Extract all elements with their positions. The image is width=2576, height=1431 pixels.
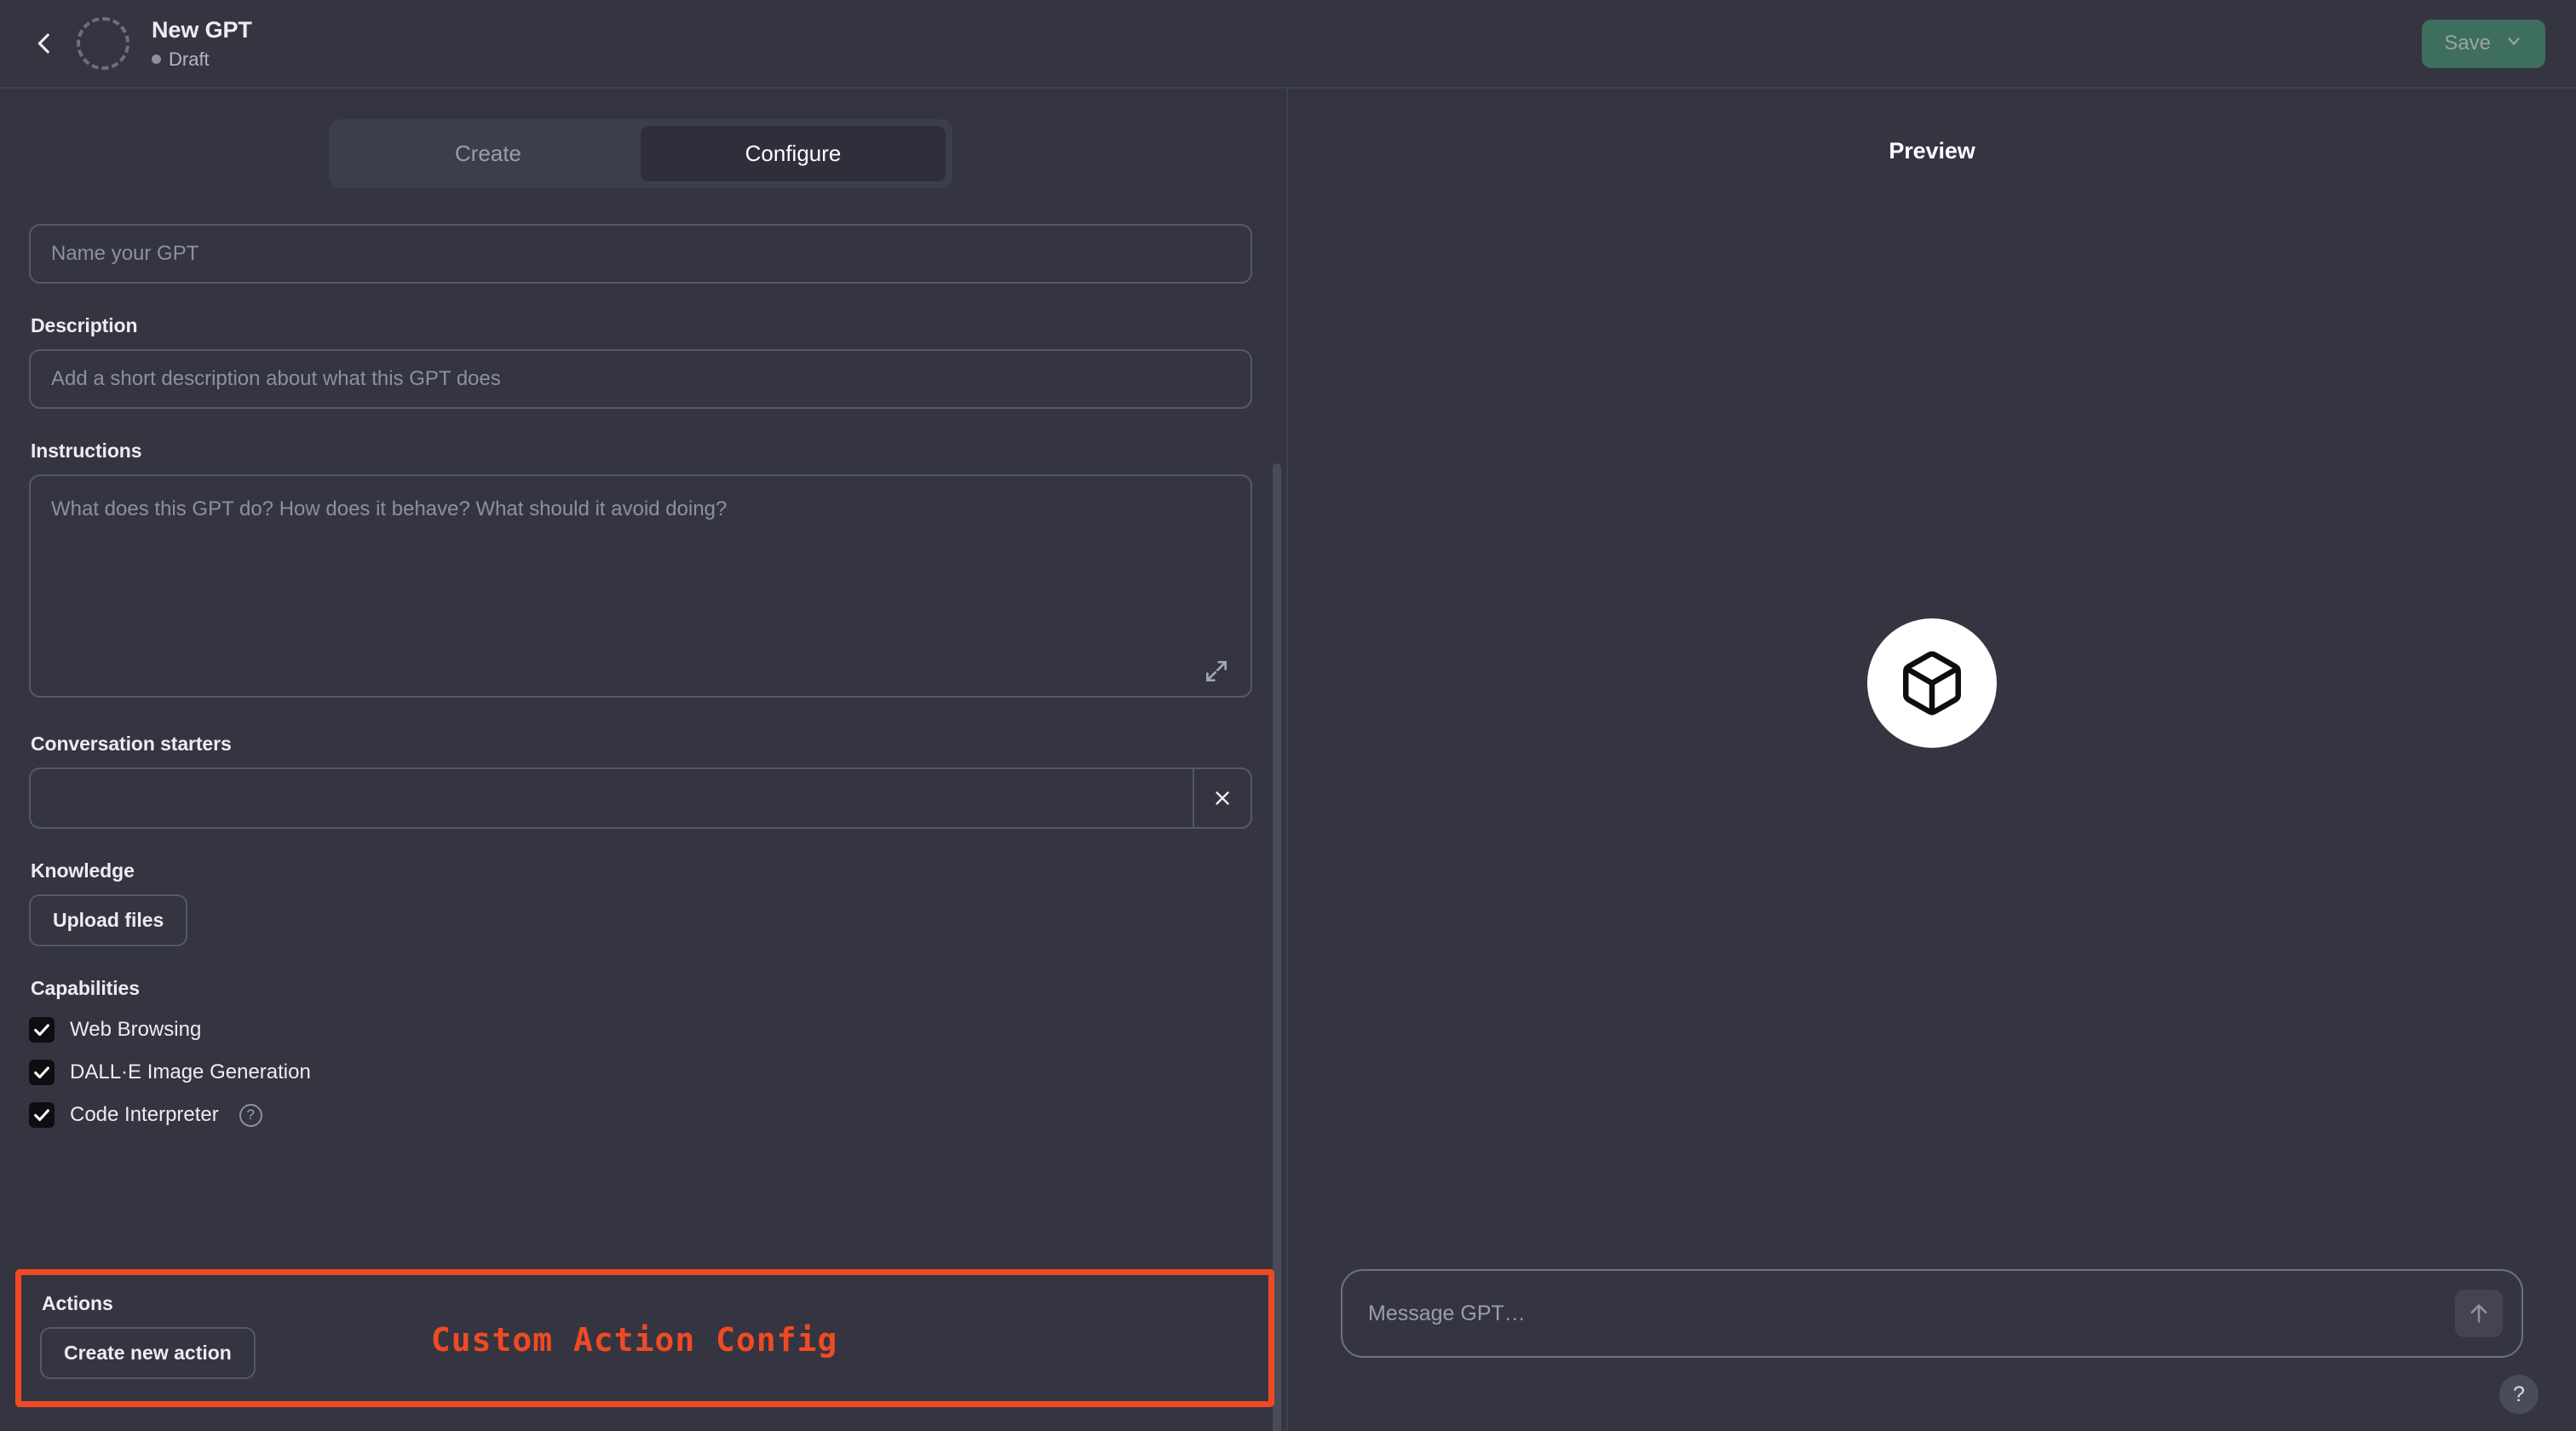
config-scroll-area: Create Configure Description Instruction…	[0, 89, 1286, 1431]
checkbox-web-browsing[interactable]	[29, 1017, 55, 1043]
status-badge: Draft	[152, 49, 252, 71]
capabilities-group: Capabilities Web Browsing DALL·E Image G…	[29, 977, 1252, 1128]
conversation-starter-row	[29, 767, 1252, 829]
conversation-starters-group: Conversation starters	[29, 733, 1252, 829]
send-message-button[interactable]	[2455, 1290, 2503, 1337]
preview-content	[1288, 164, 2576, 1269]
checkbox-code-interpreter[interactable]	[29, 1102, 55, 1128]
remove-starter-button[interactable]	[1193, 767, 1252, 829]
upload-files-button[interactable]: Upload files	[29, 894, 188, 946]
back-button[interactable]	[19, 18, 70, 69]
instructions-textarea-wrap	[29, 474, 1252, 702]
conversation-starters-label: Conversation starters	[31, 733, 232, 755]
status-dot-icon	[152, 55, 161, 65]
main-body: Create Configure Description Instruction…	[0, 89, 2576, 1431]
actions-label: Actions	[42, 1292, 113, 1314]
question-mark-icon[interactable]: ?	[239, 1103, 262, 1127]
instructions-field-group: Instructions	[29, 440, 1252, 702]
save-button[interactable]: Save	[2422, 19, 2545, 68]
top-bar: New GPT Draft Save	[0, 0, 2576, 89]
tab-configure[interactable]: Configure	[641, 126, 946, 181]
actions-annotation-box: Actions Create new action Custom Action …	[15, 1269, 1274, 1407]
check-icon	[34, 1109, 49, 1122]
preview-title: Preview	[1889, 138, 1975, 164]
knowledge-label: Knowledge	[31, 859, 135, 882]
save-button-label: Save	[2444, 32, 2491, 55]
status-label: Draft	[169, 48, 210, 70]
chevron-down-icon	[2504, 32, 2523, 56]
mode-tabs: Create Configure	[329, 119, 952, 188]
message-composer	[1341, 1269, 2523, 1358]
check-icon	[34, 1024, 49, 1037]
gpt-name-input[interactable]	[29, 224, 1252, 284]
cube-box-icon	[1867, 618, 1997, 748]
description-input[interactable]	[29, 349, 1252, 409]
name-field-group	[29, 224, 1252, 284]
close-icon	[1216, 791, 1229, 805]
capability-row-dalle[interactable]: DALL·E Image Generation	[29, 1060, 1252, 1085]
actions-group: Actions Create new action	[40, 1292, 256, 1379]
instructions-label: Instructions	[31, 440, 142, 462]
capability-row-code-interpreter[interactable]: Code Interpreter ?	[29, 1102, 1252, 1128]
annotation-label: Custom Action Config	[430, 1321, 838, 1359]
capability-row-web-browsing[interactable]: Web Browsing	[29, 1017, 1252, 1043]
capability-label-dalle: DALL·E Image Generation	[70, 1060, 311, 1083]
instructions-textarea[interactable]	[29, 474, 1252, 698]
capability-label-code-interpreter: Code Interpreter	[70, 1103, 219, 1126]
create-new-action-button[interactable]: Create new action	[40, 1327, 256, 1379]
conversation-starter-input[interactable]	[29, 767, 1193, 829]
expand-arrows-icon[interactable]	[1203, 658, 1230, 685]
check-icon	[34, 1066, 49, 1079]
description-field-group: Description	[29, 314, 1252, 409]
message-input[interactable]	[1343, 1301, 2455, 1326]
help-button[interactable]: ?	[2499, 1375, 2539, 1414]
description-label: Description	[31, 314, 138, 336]
arrow-up-icon	[2470, 1304, 2487, 1323]
preview-pane: Preview Message GPT… ?	[1288, 89, 2576, 1431]
capability-label-web-browsing: Web Browsing	[70, 1018, 202, 1041]
config-pane: Create Configure Description Instruction…	[0, 89, 1288, 1431]
gpt-avatar-placeholder[interactable]	[77, 17, 129, 70]
composer-area: ?	[1288, 1269, 2576, 1431]
page-title: New GPT	[152, 17, 252, 43]
knowledge-group: Knowledge Upload files	[29, 859, 1252, 946]
gpt-title-block: New GPT Draft	[152, 16, 252, 70]
checkbox-dalle-image-generation[interactable]	[29, 1060, 55, 1085]
gpt-builder-app: New GPT Draft Save Create Configure Name…	[0, 0, 2576, 1431]
tab-create[interactable]: Create	[336, 126, 641, 181]
capabilities-label: Capabilities	[31, 977, 140, 999]
chevron-left-icon	[37, 33, 49, 54]
